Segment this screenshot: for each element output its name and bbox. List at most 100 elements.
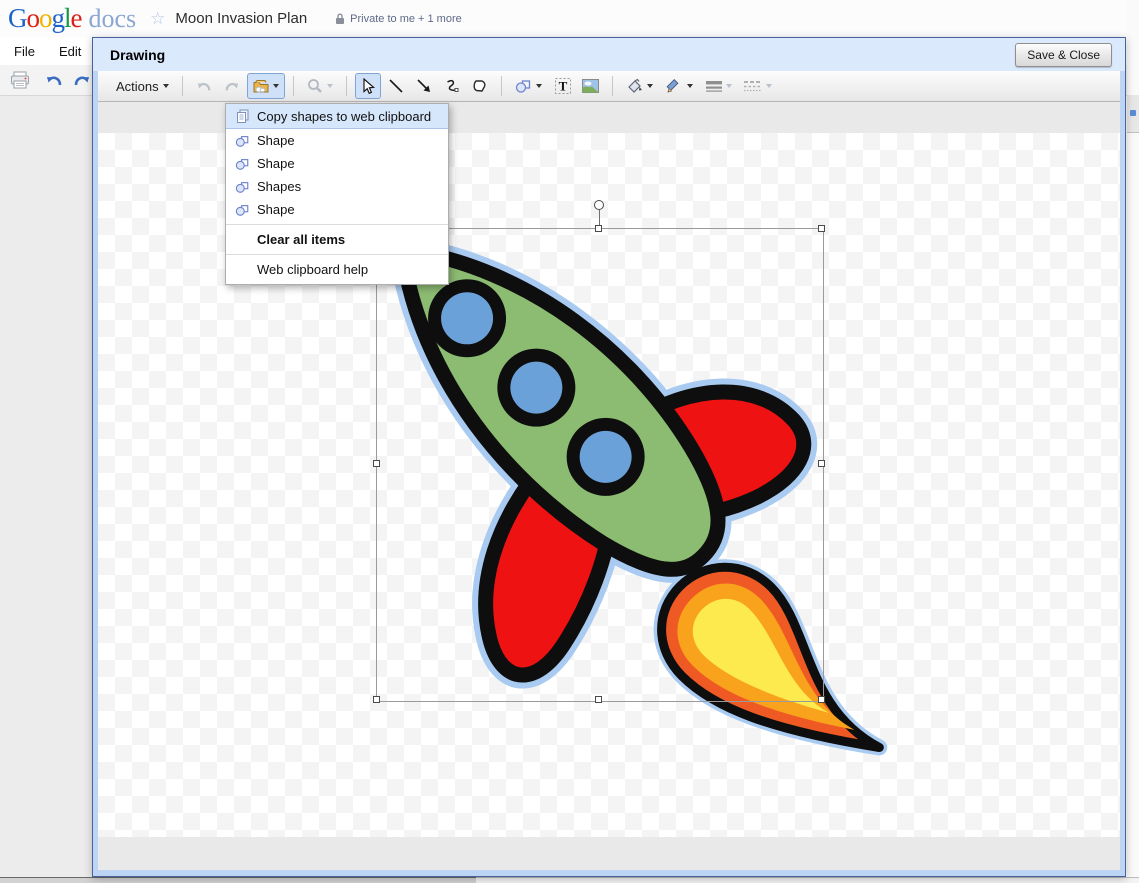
dialog-titlebar: Drawing Save & Close — [93, 38, 1125, 71]
select-tool-button[interactable] — [355, 73, 381, 99]
chevron-down-icon — [647, 84, 653, 88]
line-tool-button[interactable] — [383, 73, 409, 99]
selection-handle-n[interactable] — [595, 225, 602, 232]
menu-separator — [226, 254, 448, 255]
selection-handle-w[interactable] — [373, 460, 380, 467]
line-color-icon — [666, 78, 683, 94]
polyline-icon — [471, 78, 488, 94]
save-close-button[interactable]: Save & Close — [1015, 43, 1112, 67]
menu-item-shapes[interactable]: Shapes — [226, 175, 448, 198]
undo-button — [191, 73, 217, 99]
menu-item-label: Shape — [257, 133, 295, 148]
line-width-icon — [706, 79, 722, 93]
menu-item-shape-1[interactable]: Shape — [226, 129, 448, 152]
fill-color-button[interactable] — [621, 73, 659, 99]
privacy-label[interactable]: Private to me + 1 more — [350, 13, 462, 25]
menu-item-label: Copy shapes to web clipboard — [257, 109, 431, 124]
star-icon[interactable]: ☆ — [150, 9, 165, 29]
page-background-right — [1127, 0, 1139, 882]
polyline-tool-button[interactable] — [467, 73, 493, 99]
chevron-down-icon — [163, 84, 169, 88]
selection-handle-e[interactable] — [818, 460, 825, 467]
lock-icon — [335, 13, 345, 25]
page-background-bottom-right — [476, 877, 1139, 883]
menu-file[interactable]: File — [14, 44, 35, 59]
line-icon — [388, 78, 404, 94]
logo-letter: g — [52, 3, 65, 34]
undo-icon[interactable] — [44, 72, 64, 88]
menu-item-label: Shape — [257, 156, 295, 171]
selection-handle-s[interactable] — [595, 696, 602, 703]
docs-wordmark: docs — [89, 4, 137, 34]
line-color-button[interactable] — [661, 73, 699, 99]
menu-item-shape-3[interactable]: Shape — [226, 198, 448, 221]
web-clipboard-icon — [253, 78, 269, 94]
svg-text:T: T — [558, 79, 567, 94]
menu-item-label: Shape — [257, 202, 295, 217]
shape-icon — [234, 157, 251, 171]
image-tool-button[interactable] — [578, 73, 604, 99]
textbox-icon: T — [554, 77, 572, 95]
menu-item-label: Web clipboard help — [257, 262, 368, 277]
selection-handle-ne[interactable] — [818, 225, 825, 232]
screen: { "page": { "logo": { "letters": [ {"ch"… — [0, 0, 1139, 882]
menu-item-label: Shapes — [257, 179, 301, 194]
zoom-button — [302, 73, 338, 99]
shape-icon — [515, 78, 532, 94]
menu-item-help[interactable]: Web clipboard help — [226, 258, 448, 281]
rotation-handle[interactable] — [594, 200, 604, 210]
logo-letter: e — [71, 3, 82, 34]
actions-menu-button[interactable]: Actions — [110, 74, 175, 98]
scroll-region[interactable] — [1127, 95, 1139, 133]
print-icon[interactable] — [10, 71, 30, 89]
line-width-button — [701, 73, 737, 99]
select-icon — [360, 78, 376, 95]
chevron-down-icon — [273, 84, 279, 88]
shape-tool-button[interactable] — [510, 73, 548, 99]
arrow-tool-button[interactable] — [411, 73, 437, 99]
selection-bounding-box[interactable] — [376, 228, 824, 702]
actions-label: Actions — [116, 79, 159, 94]
fill-color-icon — [626, 78, 643, 94]
menu-edit[interactable]: Edit — [59, 44, 81, 59]
arrow-icon — [416, 78, 432, 94]
page-background-bottom-left — [0, 877, 476, 883]
menu-separator — [226, 224, 448, 225]
chevron-down-icon — [726, 84, 732, 88]
chevron-down-icon — [766, 84, 772, 88]
page-background-left — [0, 96, 92, 877]
redo-icon[interactable] — [72, 72, 92, 88]
textbox-tool-button[interactable]: T — [550, 73, 576, 99]
drawing-toolbar: Actions — [98, 71, 1120, 102]
selection-handle-sw[interactable] — [373, 696, 380, 703]
web-clipboard-button[interactable] — [247, 73, 285, 99]
menu-item-shape-2[interactable]: Shape — [226, 152, 448, 175]
shape-icon — [234, 134, 251, 148]
copy-icon — [234, 109, 251, 124]
chevron-down-icon — [687, 84, 693, 88]
google-logo: Google — [8, 3, 82, 34]
logo-letter: o — [27, 3, 40, 34]
web-clipboard-menu: Copy shapes to web clipboard Shape Shape… — [225, 103, 449, 285]
image-icon — [582, 79, 599, 93]
shape-icon — [234, 203, 251, 217]
toolbar-separator — [501, 76, 502, 96]
toolbar-separator — [182, 76, 183, 96]
dialog-title: Drawing — [110, 47, 1015, 63]
menu-item-clear-all[interactable]: Clear all items — [226, 228, 448, 251]
toolbar-separator — [346, 76, 347, 96]
selection-handle-se[interactable] — [818, 696, 825, 703]
chevron-down-icon — [327, 84, 333, 88]
dash-style-icon — [744, 79, 762, 93]
curve-icon — [444, 78, 460, 94]
zoom-icon — [307, 78, 323, 94]
toolbar-separator — [293, 76, 294, 96]
scroll-glyph-icon — [1130, 110, 1136, 116]
logo-letter: G — [8, 3, 27, 34]
dash-style-button — [739, 73, 777, 99]
redo-button — [219, 73, 245, 99]
menu-item-copy-shapes[interactable]: Copy shapes to web clipboard — [226, 104, 448, 129]
document-title[interactable]: Moon Invasion Plan — [175, 10, 307, 27]
curve-tool-button[interactable] — [439, 73, 465, 99]
chevron-down-icon — [536, 84, 542, 88]
